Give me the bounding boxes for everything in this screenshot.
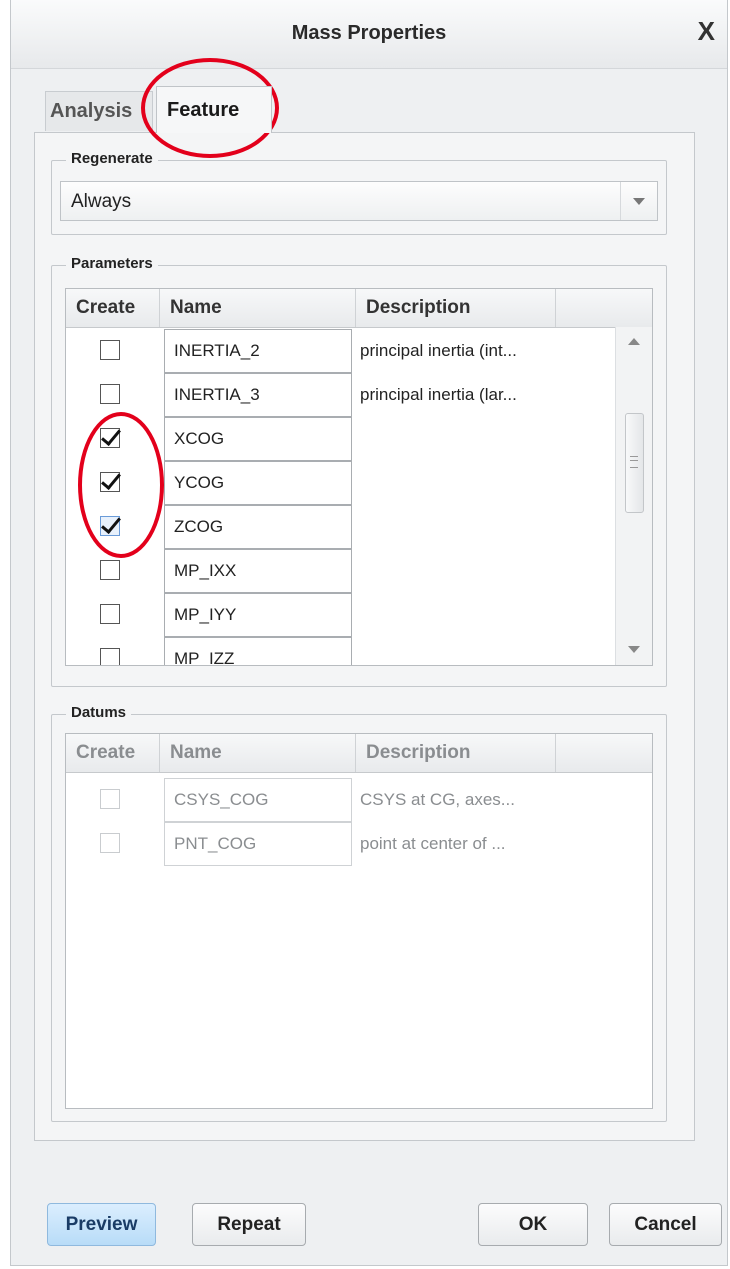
feature-tab-panel: Regenerate Always Parameters Create Name… [34,132,695,1141]
datum-description: CSYS at CG, axes... [360,790,515,809]
parameter-description: principal inertia (int... [360,341,517,360]
create-checkbox[interactable] [100,516,120,536]
regenerate-group: Regenerate Always [51,150,667,235]
create-checkbox[interactable] [100,833,120,853]
datums-table: Create Name Description CSYS_COG CSYS at… [65,733,653,1109]
parameters-label: Parameters [66,255,158,272]
datum-name-field[interactable]: PNT_COG [164,822,352,866]
column-header-name[interactable]: Name [160,734,356,772]
create-checkbox[interactable] [100,648,120,665]
create-checkbox[interactable] [100,472,120,492]
regenerate-dropdown[interactable]: Always [60,181,658,221]
chevron-down-icon[interactable] [620,182,657,220]
mass-properties-dialog: Mass Properties X Analysis Feature Regen… [10,0,728,1266]
column-header-description[interactable]: Description [356,289,556,327]
parameter-name-field[interactable]: ZCOG [164,505,352,549]
parameter-name-field[interactable]: MP_IXX [164,549,352,593]
parameters-group: Parameters Create Name Description INERT… [51,255,667,687]
parameter-name-field[interactable]: MP_IYY [164,593,352,637]
create-checkbox[interactable] [100,560,120,580]
scroll-up-icon[interactable] [616,327,652,357]
create-checkbox[interactable] [100,428,120,448]
ok-button[interactable]: OK [478,1203,588,1246]
parameter-name-field[interactable]: INERTIA_3 [164,373,352,417]
datums-group: Datums Create Name Description CSYS_COG … [51,704,667,1122]
parameter-name-field[interactable]: MP_IZZ [164,637,352,665]
parameters-table: Create Name Description INERTIA_2 princi… [65,288,653,666]
column-header-create[interactable]: Create [66,734,160,772]
tab-feature[interactable]: Feature [156,86,272,133]
datum-description: point at center of ... [360,834,506,853]
cancel-button[interactable]: Cancel [609,1203,722,1246]
create-checkbox[interactable] [100,340,120,360]
create-checkbox[interactable] [100,604,120,624]
parameter-description: principal inertia (lar... [360,385,517,404]
title-bar: Mass Properties X [11,0,727,69]
preview-button[interactable]: Preview [47,1203,156,1246]
regenerate-label: Regenerate [66,150,158,167]
datums-table-header: Create Name Description [66,734,652,773]
parameters-scrollbar[interactable] [615,327,652,665]
create-checkbox[interactable] [100,384,120,404]
parameter-name-field[interactable]: XCOG [164,417,352,461]
parameter-name-field[interactable]: YCOG [164,461,352,505]
scroll-down-icon[interactable] [616,635,652,665]
column-header-description[interactable]: Description [356,734,556,772]
parameter-name-field[interactable]: INERTIA_2 [164,329,352,373]
scroll-thumb[interactable] [625,413,644,513]
create-checkbox[interactable] [100,789,120,809]
datums-label: Datums [66,704,132,721]
datum-name-field[interactable]: CSYS_COG [164,778,352,822]
column-header-name[interactable]: Name [160,289,356,327]
regenerate-value: Always [71,191,132,212]
column-header-create[interactable]: Create [66,289,160,327]
repeat-button[interactable]: Repeat [192,1203,306,1246]
parameters-table-header: Create Name Description [66,289,652,328]
close-icon[interactable]: X [698,18,715,44]
dialog-title: Mass Properties [291,22,447,44]
tab-analysis[interactable]: Analysis [45,91,153,131]
